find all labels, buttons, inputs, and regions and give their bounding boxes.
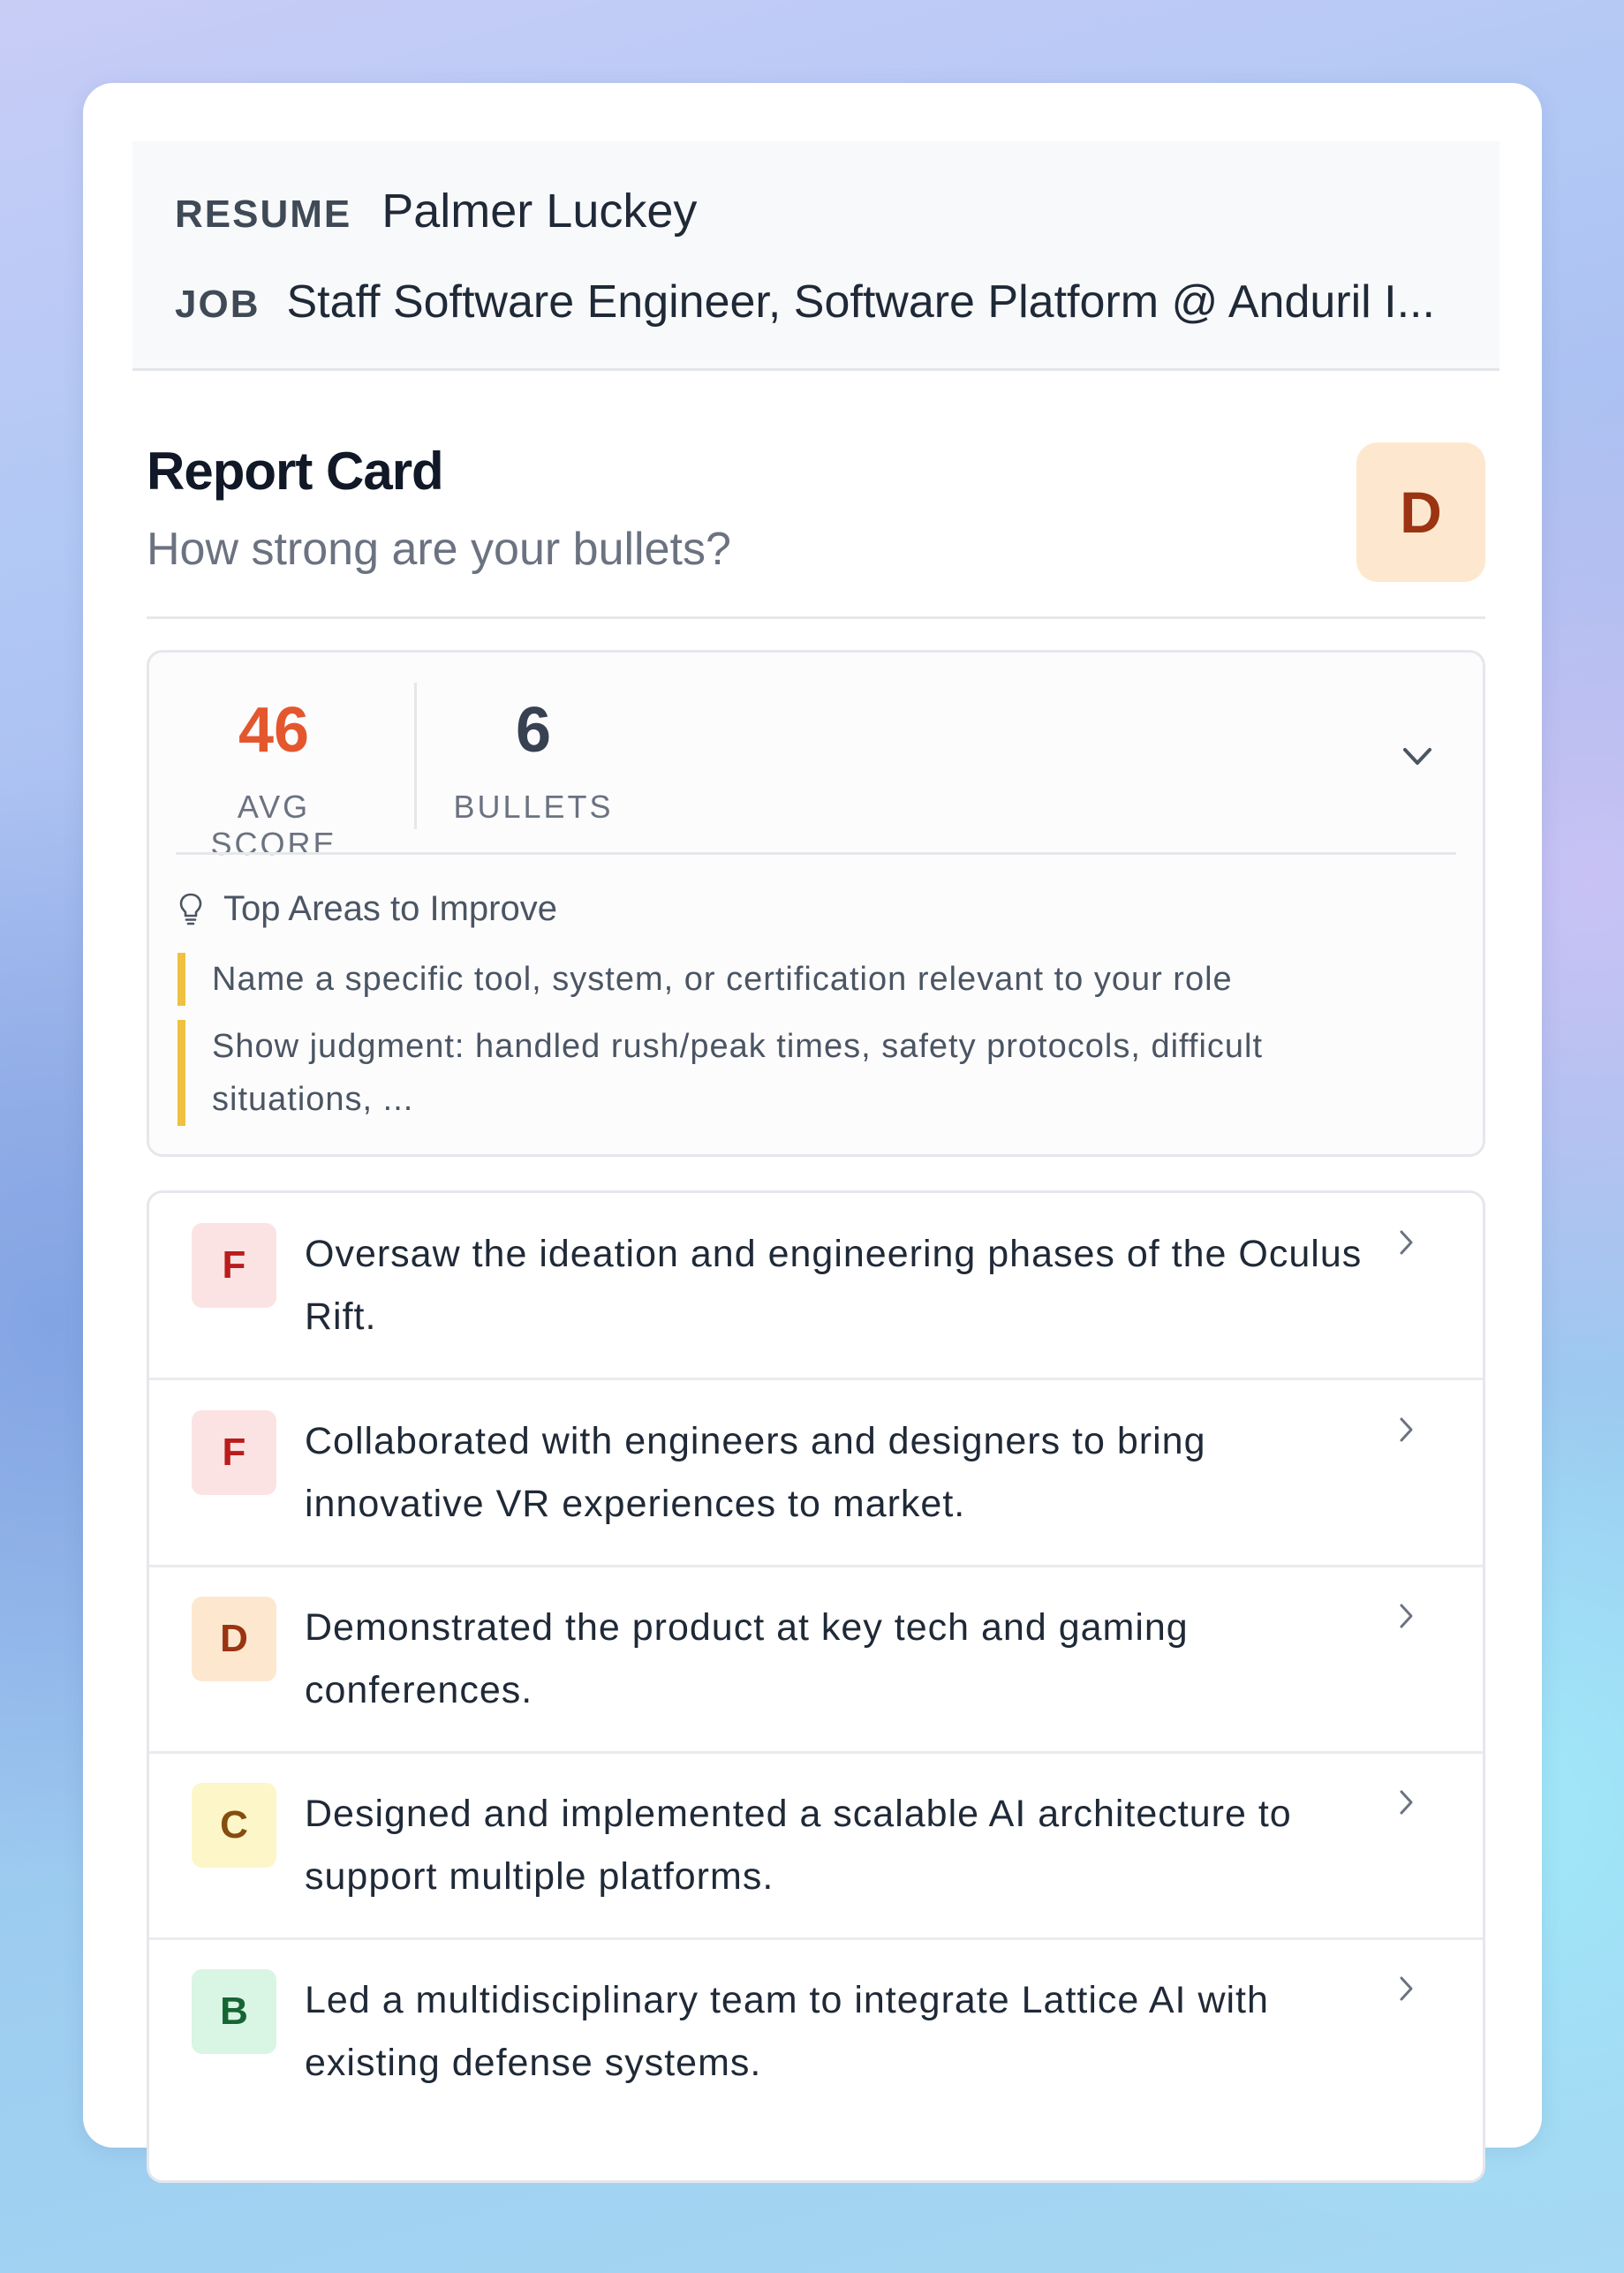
page-subtitle: How strong are your bullets? (147, 524, 731, 575)
grade-badge: C (192, 1783, 276, 1868)
job-row: JOB Staff Software Engineer, Software Pl… (175, 276, 1435, 328)
bullet-row[interactable]: F Collaborated with engineers and design… (149, 1380, 1483, 1567)
avg-score-stat: 46 AVG SCORE (176, 695, 372, 863)
bullets-count-value: 6 (515, 695, 552, 766)
grade-badge: F (192, 1410, 276, 1495)
bullet-row[interactable]: D Demonstrated the product at key tech a… (149, 1567, 1483, 1754)
job-label: JOB (175, 283, 261, 326)
bullets-stat: 6 BULLETS (449, 695, 617, 826)
report-card-panel: RESUME Palmer Luckey JOB Staff Software … (83, 83, 1542, 2183)
chevron-down-icon[interactable] (1400, 739, 1435, 774)
improve-heading: Top Areas to Improve (178, 889, 557, 929)
bullet-text: Demonstrated the product at key tech and… (305, 1606, 1189, 1711)
grade-badge: F (192, 1223, 276, 1308)
resume-row: RESUME Palmer Luckey (175, 184, 697, 238)
page-title: Report Card (147, 442, 444, 501)
bullets-count-label: BULLETS (453, 789, 614, 825)
resume-label: RESUME (175, 193, 352, 236)
section-divider (147, 616, 1485, 619)
summary-divider (176, 852, 1456, 855)
chevron-right-icon[interactable] (1393, 1412, 1419, 1447)
bullet-text: Oversaw the ideation and engineering pha… (305, 1233, 1363, 1338)
grade-badge: D (192, 1597, 276, 1681)
report-title-block: Report Card (147, 441, 444, 502)
improve-tip: Name a specific tool, system, or certifi… (178, 953, 1422, 1006)
chevron-right-icon[interactable] (1393, 1785, 1419, 1820)
chevron-right-icon[interactable] (1393, 1225, 1419, 1260)
resume-name: Palmer Luckey (381, 185, 698, 238)
job-title: Staff Software Engineer, Software Platfo… (286, 276, 1435, 328)
chevron-right-icon[interactable] (1393, 1598, 1419, 1634)
chevron-right-icon[interactable] (1393, 1971, 1419, 2006)
bullet-row[interactable]: B Led a multidisciplinary team to integr… (149, 1939, 1483, 2126)
bullet-text: Collaborated with engineers and designer… (305, 1420, 1206, 1525)
bullet-row[interactable]: C Designed and implemented a scalable AI… (149, 1753, 1483, 1940)
bullet-row[interactable]: F Oversaw the ideation and engineering p… (149, 1193, 1483, 1380)
lightbulb-icon (179, 893, 202, 925)
improve-tip: Show judgment: handled rush/peak times, … (178, 1020, 1422, 1126)
grade-badge: B (192, 1969, 276, 2054)
overall-grade-badge: D (1356, 442, 1485, 582)
context-header: RESUME Palmer Luckey JOB Staff Software … (132, 141, 1499, 371)
stat-divider (414, 683, 417, 829)
bullet-text: Led a multidisciplinary team to integrat… (305, 1979, 1269, 2084)
summary-panel[interactable]: 46 AVG SCORE 6 BULLETS Top Areas to Impr… (147, 650, 1485, 1157)
avg-score-value: 46 (238, 695, 310, 766)
bullet-list: F Oversaw the ideation and engineering p… (147, 1190, 1485, 2183)
improve-title: Top Areas to Improve (223, 889, 557, 928)
bullet-text: Designed and implemented a scalable AI a… (305, 1793, 1292, 1898)
